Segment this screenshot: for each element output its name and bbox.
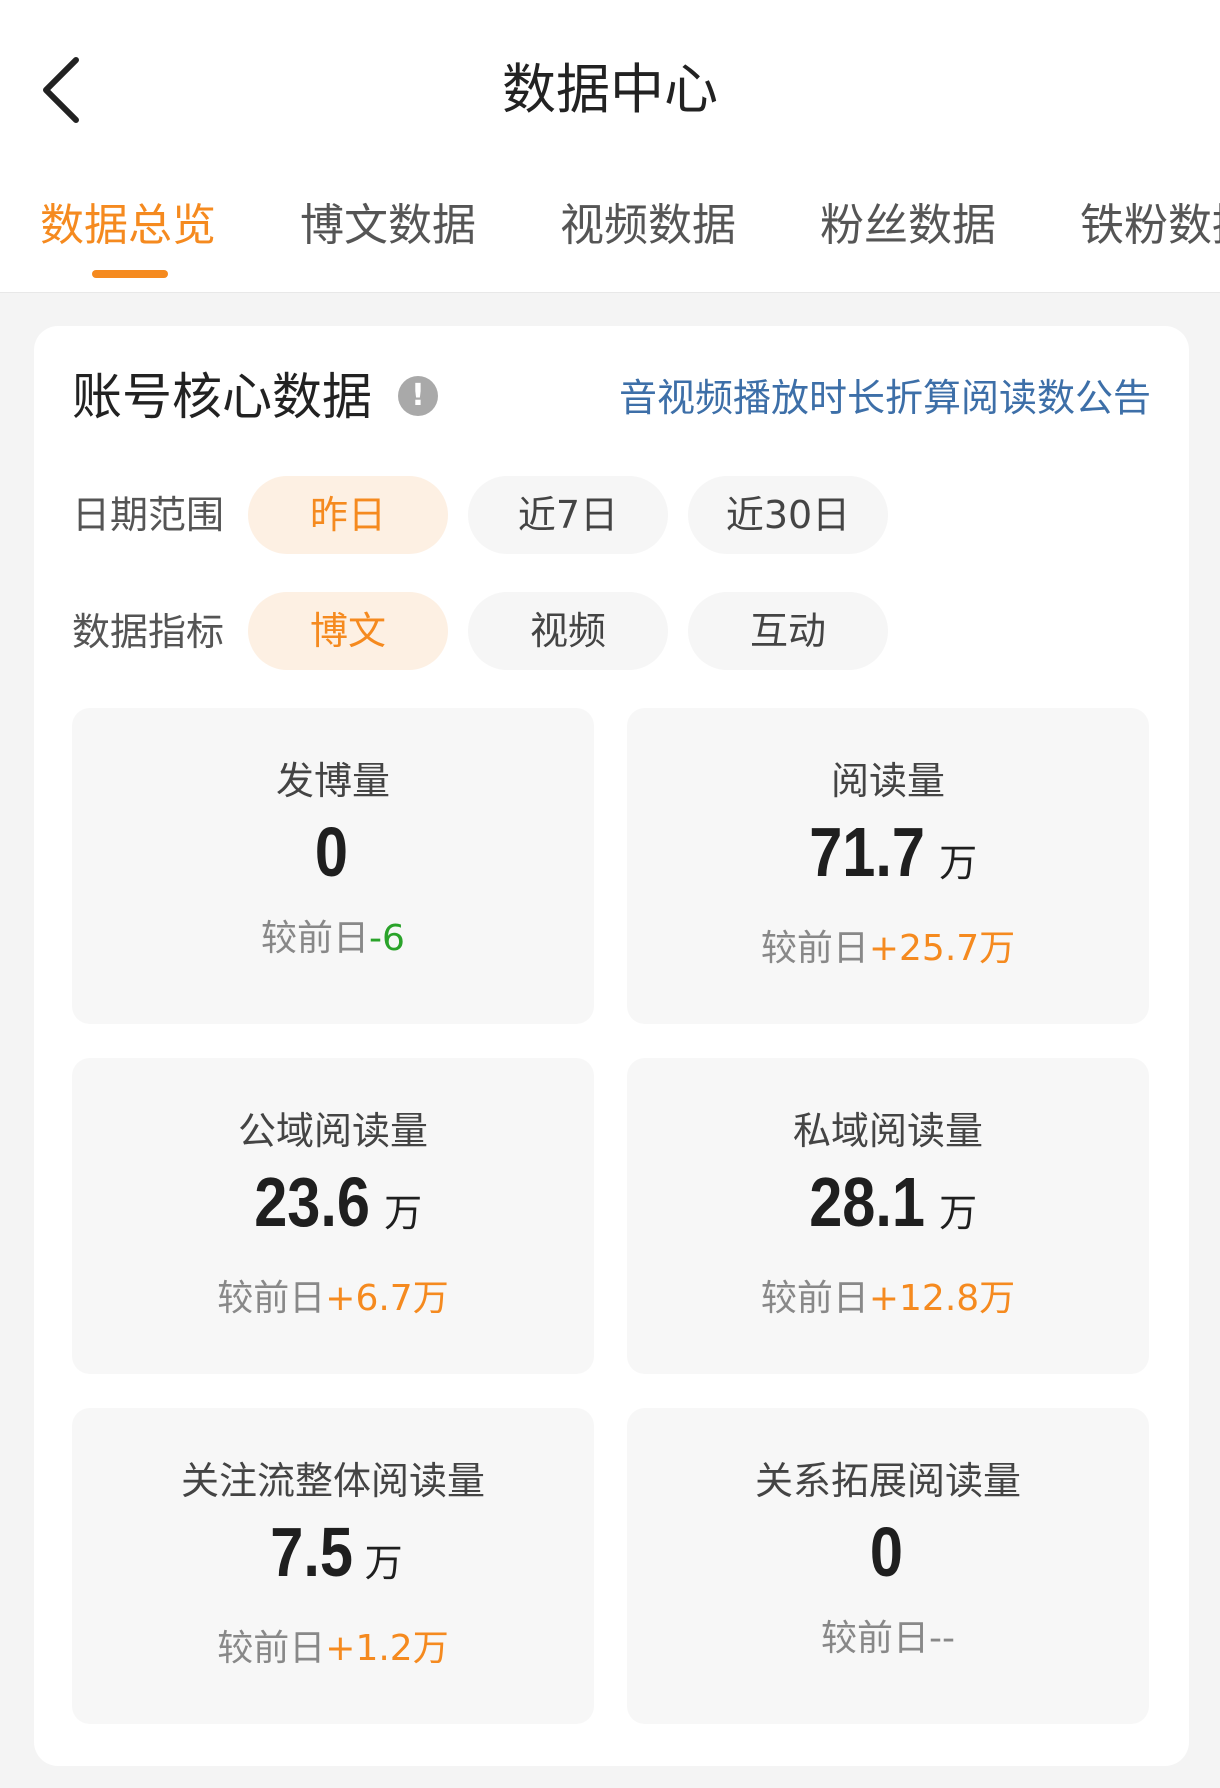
metric-relation-expansion-read-count[interactable]: 关系拓展阅读量 0 较前日-- xyxy=(627,1408,1149,1724)
metric-value: 7.5 万 xyxy=(270,1513,403,1591)
metric-read-count[interactable]: 阅读量 71.7 万 较前日+25.7万 xyxy=(627,708,1149,1024)
metric-label: 关系拓展阅读量 xyxy=(754,1459,1021,1503)
tab-iron-fans-data[interactable]: 铁粉数据 xyxy=(1080,196,1220,256)
metric-label: 发博量 xyxy=(275,759,390,803)
metric-label: 私域阅读量 xyxy=(792,1109,983,1153)
metric-compare: 较前日+12.8万 xyxy=(760,1278,1016,1319)
tab-bar: 数据总览 博文数据 视频数据 粉丝数据 铁粉数据 xyxy=(0,186,1220,286)
metric-label: 关注流整体阅读量 xyxy=(180,1459,485,1503)
metric-filter-interaction[interactable]: 互动 xyxy=(688,592,888,670)
metric-compare: 较前日+25.7万 xyxy=(760,928,1016,969)
metric-label: 公域阅读量 xyxy=(237,1109,428,1153)
metric-value: 28.1 万 xyxy=(809,1163,978,1241)
date-filter-30days[interactable]: 近30日 xyxy=(688,476,888,554)
metric-compare: 较前日-6 xyxy=(261,918,405,959)
metric-type-label: 数据指标 xyxy=(72,610,225,654)
metric-private-read-count[interactable]: 私域阅读量 28.1 万 较前日+12.8万 xyxy=(627,1058,1149,1374)
metric-following-feed-read-count[interactable]: 关注流整体阅读量 7.5 万 较前日+1.2万 xyxy=(72,1408,594,1724)
page-title: 数据中心 xyxy=(502,58,718,121)
metric-compare: 较前日+1.2万 xyxy=(217,1628,449,1669)
metric-compare: 较前日+6.7万 xyxy=(217,1278,449,1319)
active-tab-indicator xyxy=(92,270,168,278)
metric-compare: 较前日-- xyxy=(821,1618,955,1659)
tab-fans-data[interactable]: 粉丝数据 xyxy=(820,196,996,256)
metric-filter-video[interactable]: 视频 xyxy=(468,592,668,670)
metric-value: 71.7 万 xyxy=(809,813,978,891)
info-icon[interactable]: ! xyxy=(398,376,438,416)
notice-link[interactable]: 音视频播放时长折算阅读数公告 xyxy=(619,370,1151,426)
header-area: 数据中心 数据总览 博文数据 视频数据 粉丝数据 铁粉数据 xyxy=(0,0,1220,293)
metric-value: 23.6 万 xyxy=(254,1163,423,1241)
metric-value: 0 xyxy=(314,813,348,891)
tab-post-data[interactable]: 博文数据 xyxy=(300,196,476,256)
metric-filter-posts[interactable]: 博文 xyxy=(248,592,448,670)
tab-video-data[interactable]: 视频数据 xyxy=(560,196,736,256)
core-data-card: 账号核心数据 ! 音视频播放时长折算阅读数公告 日期范围 昨日 近7日 近30日… xyxy=(34,326,1189,1766)
date-filter-yesterday[interactable]: 昨日 xyxy=(248,476,448,554)
section-title: 账号核心数据 xyxy=(72,368,372,426)
metric-label: 阅读量 xyxy=(830,759,945,803)
date-range-label: 日期范围 xyxy=(72,493,225,537)
metric-value: 0 xyxy=(869,1513,903,1591)
divider xyxy=(0,292,1220,293)
metric-post-count[interactable]: 发博量 0 较前日-6 xyxy=(72,708,594,1024)
metric-public-read-count[interactable]: 公域阅读量 23.6 万 较前日+6.7万 xyxy=(72,1058,594,1374)
date-filter-7days[interactable]: 近7日 xyxy=(468,476,668,554)
tab-overview[interactable]: 数据总览 xyxy=(40,196,216,256)
